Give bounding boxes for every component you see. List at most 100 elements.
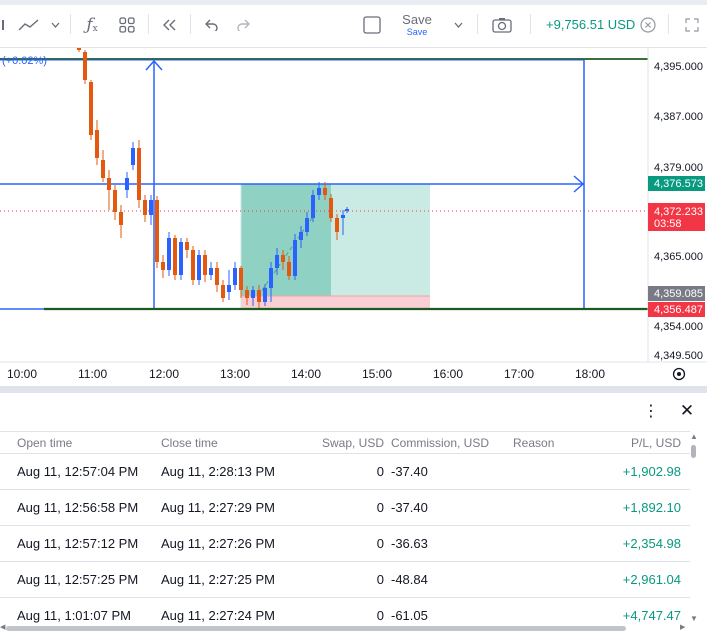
table-vertical-scrollbar[interactable]: ▲ ▼ — [690, 431, 698, 623]
table-row[interactable]: Aug 11, 1:01:07 PM Aug 11, 2:27:24 PM 0 … — [0, 597, 690, 623]
table-header: Open time Close time Swap, USD Commissio… — [0, 431, 690, 453]
candle-body — [323, 188, 327, 195]
stop-zone — [241, 296, 430, 309]
toolbar-separator — [70, 14, 71, 34]
price-axis-label: 4,395.000 — [654, 61, 703, 73]
rewind-icon[interactable] — [158, 12, 182, 38]
scrollbar-thumb[interactable] — [691, 445, 696, 458]
time-axis-label: 14:00 — [291, 367, 321, 381]
chevron-down-icon[interactable] — [450, 12, 466, 38]
candle-body — [155, 200, 159, 262]
column-header-close-time[interactable]: Close time — [161, 436, 218, 450]
time-axis-label: 15:00 — [362, 367, 392, 381]
scroll-up-icon[interactable]: ▲ — [690, 433, 698, 441]
price-axis-label: 4,365.000 — [654, 251, 703, 263]
more-vertical-icon[interactable]: ⋮ — [642, 402, 660, 422]
column-header-commission[interactable]: Commission, USD — [391, 436, 489, 450]
line-chart-icon[interactable] — [16, 12, 42, 38]
candle-body — [329, 198, 333, 218]
cell-commission: -37.40 — [391, 500, 428, 515]
candle-body — [305, 218, 309, 232]
candle-body — [227, 285, 231, 292]
time-axis-label: 12:00 — [149, 367, 179, 381]
candle-body — [335, 218, 339, 232]
cell-commission: -36.63 — [391, 536, 428, 551]
candle-body — [263, 288, 267, 302]
candle-body — [167, 238, 171, 270]
candle-body — [269, 268, 273, 288]
candle-body — [191, 250, 195, 280]
table-horizontal-scrollbar[interactable]: ◀ ▶ — [0, 623, 707, 638]
trades-panel-header — [0, 393, 707, 431]
redo-icon[interactable] — [232, 12, 256, 38]
time-axis-label: 16:00 — [433, 367, 463, 381]
column-header-open-time[interactable]: Open time — [17, 436, 72, 450]
cell-open-time: Aug 11, 12:57:25 PM — [17, 572, 139, 587]
cell-swap: 0 — [376, 608, 384, 623]
candle-body — [125, 178, 129, 190]
price-chart[interactable]: (+0.02%) 4,395.000 4,387.000 4,379.000 4… — [0, 48, 707, 386]
candle-body — [107, 178, 111, 190]
settings-gear-icon[interactable] — [672, 367, 686, 381]
cell-pl: +1,892.10 — [622, 500, 681, 515]
candle-body — [341, 215, 345, 218]
price-axis-label: 4,387.000 — [654, 111, 703, 123]
fx-indicators-icon[interactable]: ƒx — [80, 12, 104, 38]
column-header-swap[interactable]: Swap, USD — [322, 436, 384, 450]
scroll-down-icon[interactable]: ▼ — [690, 615, 698, 623]
column-header-pl[interactable]: P/L, USD — [631, 436, 681, 450]
cell-close-time: Aug 11, 2:27:24 PM — [161, 608, 275, 623]
candle-body — [83, 52, 87, 80]
time-axis-label: 10:00 — [7, 367, 37, 381]
price-axis-label: 4,349.500 — [654, 350, 703, 362]
candle-body — [239, 268, 243, 290]
price-badge-entry-label: 4,359.085 — [654, 288, 703, 300]
table-row[interactable]: Aug 11, 12:56:58 PM Aug 11, 2:27:29 PM 0… — [0, 489, 690, 525]
candle-body — [197, 255, 201, 280]
cell-swap: 0 — [376, 536, 384, 551]
chevron-down-icon[interactable] — [48, 12, 62, 38]
undo-icon[interactable] — [199, 12, 223, 38]
candle-body — [101, 160, 105, 178]
candle-body — [131, 148, 135, 165]
camera-icon[interactable] — [490, 12, 514, 38]
candle-body — [299, 232, 303, 240]
candle-body — [113, 190, 117, 212]
close-circle-icon[interactable] — [638, 12, 658, 38]
panel-divider[interactable] — [0, 386, 707, 393]
cell-close-time: Aug 11, 2:27:25 PM — [161, 572, 275, 587]
scrollbar-thumb[interactable] — [6, 626, 626, 631]
account-pnl: +9,756.51 USD — [546, 17, 636, 32]
save-sublabel: Save — [406, 27, 428, 37]
price-badge-current-label: 4,372.233 — [654, 206, 703, 218]
table-row[interactable]: Aug 11, 12:57:04 PM Aug 11, 2:28:13 PM 0… — [0, 453, 690, 489]
time-axis-label: 17:00 — [504, 367, 534, 381]
candle-body — [317, 188, 321, 195]
scroll-right-icon[interactable]: ▶ — [680, 623, 688, 633]
cell-commission: -61.05 — [391, 608, 428, 623]
fullscreen-icon[interactable] — [682, 12, 702, 38]
candle-body — [345, 209, 349, 211]
templates-grid-icon[interactable] — [115, 12, 139, 38]
cell-pl: +1,902.98 — [622, 464, 681, 479]
close-icon[interactable]: ✕ — [678, 401, 696, 421]
layout-square-icon[interactable] — [360, 12, 384, 38]
candle-body — [77, 48, 81, 50]
toolbar-separator — [477, 14, 478, 34]
cell-open-time: Aug 11, 12:57:12 PM — [17, 536, 139, 551]
candle-body — [179, 242, 183, 275]
price-axis[interactable]: 4,395.000 4,387.000 4,379.000 4,365.000 … — [647, 48, 705, 362]
table-row[interactable]: Aug 11, 12:57:12 PM Aug 11, 2:27:26 PM 0… — [0, 525, 690, 561]
toolbar-separator — [668, 14, 669, 34]
candle-body — [233, 268, 237, 285]
time-axis[interactable]: 10:00 11:00 12:00 13:00 14:00 15:00 16:0… — [0, 361, 707, 381]
table-row[interactable]: Aug 11, 12:57:25 PM Aug 11, 2:27:25 PM 0… — [0, 561, 690, 597]
save-button[interactable]: Save Save — [396, 13, 438, 39]
trades-table: Open time Close time Swap, USD Commissio… — [0, 431, 690, 623]
cell-swap: 0 — [376, 500, 384, 515]
column-header-reason[interactable]: Reason — [513, 436, 554, 450]
candle-body — [161, 262, 165, 270]
candle-body — [281, 255, 285, 262]
price-axis-label: 4,354.000 — [654, 321, 703, 333]
cell-pl: +2,354.98 — [622, 536, 681, 551]
